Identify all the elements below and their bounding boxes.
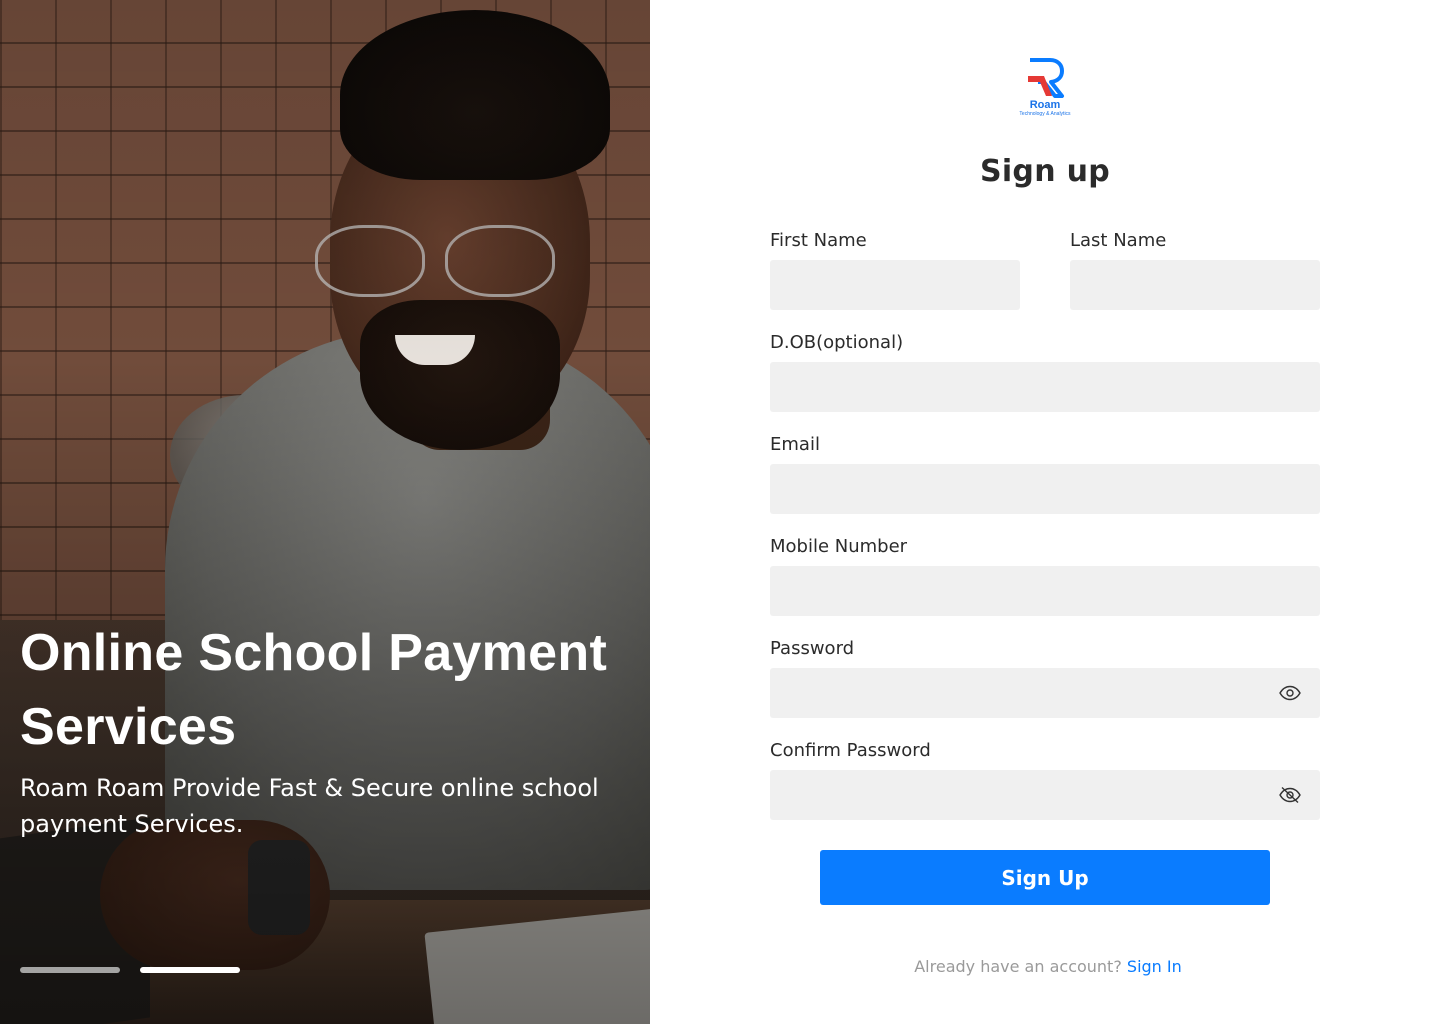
brand-logo: Roam Technology & Analytics: [1008, 56, 1082, 128]
confirm-password-label: Confirm Password: [770, 740, 931, 761]
signin-prompt-text: Already have an account?: [914, 957, 1122, 976]
carousel-indicators: [20, 967, 240, 973]
last-name-input[interactable]: [1070, 260, 1320, 310]
mobile-input[interactable]: [770, 566, 1320, 616]
first-name-input[interactable]: [770, 260, 1020, 310]
sign-in-link[interactable]: Sign In: [1127, 957, 1182, 976]
dob-input[interactable]: [770, 362, 1320, 412]
signin-prompt-line: Already have an account? Sign In: [650, 957, 1440, 976]
email-label: Email: [770, 434, 820, 455]
sign-up-button[interactable]: Sign Up: [820, 850, 1270, 905]
form-title: Sign up: [979, 154, 1111, 189]
hero-panel: Online School Payment Services Roam Roam…: [0, 0, 650, 1024]
carousel-dot-2[interactable]: [140, 967, 240, 973]
hero-subtitle: Roam Roam Provide Fast & Secure online s…: [20, 774, 599, 838]
dob-label: D.OB(optional): [770, 332, 904, 353]
confirm-password-input[interactable]: [770, 770, 1320, 820]
brand-tagline: Technology & Analytics: [1019, 111, 1071, 117]
hero-title: Online School Payment Services: [20, 624, 608, 756]
mobile-label: Mobile Number: [770, 536, 908, 557]
carousel-dot-1[interactable]: [20, 967, 120, 973]
password-label: Password: [770, 638, 855, 659]
last-name-label: Last Name: [1070, 230, 1167, 251]
brand-name: Roam: [1029, 99, 1061, 111]
password-input[interactable]: [770, 668, 1320, 718]
eye-icon[interactable]: [1277, 680, 1303, 706]
signup-panel: Roam Technology & Analytics Sign up Firs…: [650, 0, 1440, 1024]
eye-slash-icon[interactable]: [1277, 782, 1303, 808]
email-input[interactable]: [770, 464, 1320, 514]
first-name-label: First Name: [770, 230, 867, 251]
roam-logo-icon: [1028, 58, 1064, 98]
